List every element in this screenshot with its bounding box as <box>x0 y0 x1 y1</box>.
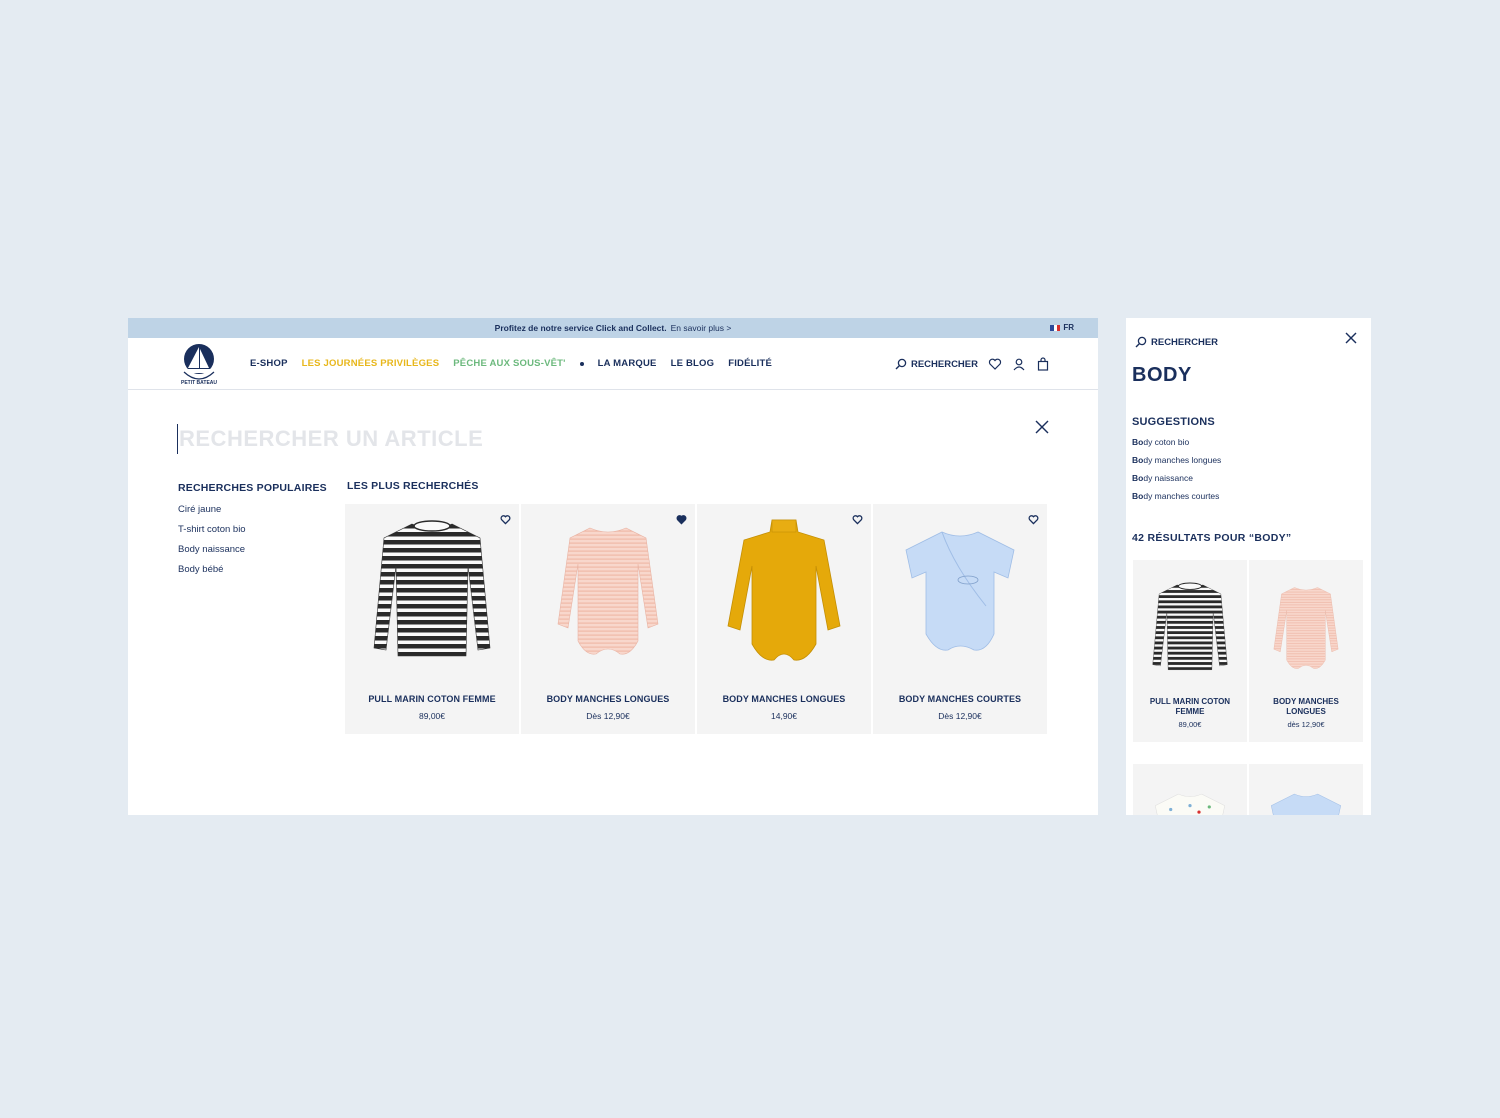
promo-bar: Profitez de notre service Click and Coll… <box>128 318 1098 338</box>
search-input[interactable] <box>177 424 677 454</box>
popular-searches-list: Ciré jaune T-shirt coton bio Body naissa… <box>178 504 246 584</box>
product-price: Dès 12,90€ <box>938 711 982 721</box>
striped-sweater-image <box>1152 582 1228 670</box>
product-card[interactable]: PULL MARIN COTON FEMME 89,00€ <box>1133 560 1247 742</box>
pink-body-image <box>1273 587 1339 669</box>
product-card[interactable] <box>1249 764 1363 815</box>
nav-fidelite[interactable]: FIDÉLITÉ <box>728 358 772 369</box>
header-actions: RECHERCHER <box>894 357 1050 371</box>
promo-link[interactable]: En savoir plus > <box>671 323 732 333</box>
product-grid: PULL MARIN COTON FEMME 89,00€ BODY MANCH… <box>345 504 1047 734</box>
popular-search-item[interactable]: Body bébé <box>178 564 246 584</box>
product-name: BODY MANCHES LONGUES <box>1273 697 1339 716</box>
suggestions-list: Body coton bio Body manches longues Body… <box>1132 437 1221 509</box>
product-card[interactable]: BODY MANCHES COURTES Dès 12,90€ <box>873 504 1047 734</box>
mobile-results-grid: PULL MARIN COTON FEMME 89,00€ BODY MANCH… <box>1133 560 1363 815</box>
popular-search-item[interactable]: T-shirt coton bio <box>178 524 246 544</box>
product-price: 89,00€ <box>1178 720 1202 729</box>
mobile-search-button[interactable]: RECHERCHER <box>1134 335 1218 349</box>
pink-body-image <box>557 527 659 655</box>
header-search-label: RECHERCHER <box>910 358 978 370</box>
product-card[interactable]: PULL MARIN COTON FEMME 89,00€ <box>345 504 519 734</box>
product-card[interactable]: BODY MANCHES LONGUES 14,90€ <box>697 504 871 734</box>
product-price: 14,90€ <box>771 711 797 721</box>
promo-text: Profitez de notre service Click and Coll… <box>494 323 667 333</box>
most-searched-title: LES PLUS RECHERCHÉS <box>347 480 479 492</box>
mobile-view: RECHERCHER BODY SUGGESTIONS Body coton b… <box>1126 318 1371 815</box>
flag-fr-icon <box>1050 324 1061 331</box>
close-icon[interactable] <box>1344 331 1358 345</box>
search-overlay: RECHERCHES POPULAIRES Ciré jaune T-shirt… <box>128 390 1098 815</box>
suggestion-item[interactable]: Body manches longues <box>1132 455 1221 473</box>
header-search-button[interactable]: RECHERCHER <box>894 357 978 371</box>
language-label: FR <box>1063 323 1074 332</box>
suggestion-item[interactable]: Body manches courtes <box>1132 491 1221 509</box>
nav-eshop[interactable]: E-SHOP <box>250 358 288 369</box>
search-icon <box>895 358 907 370</box>
product-price: 89,00€ <box>419 711 445 721</box>
blue-body-image <box>1270 793 1342 815</box>
product-card[interactable]: BODY MANCHES LONGUES Dès 12,90€ <box>521 504 695 734</box>
product-name: PULL MARIN COTON FEMME <box>368 694 496 704</box>
logo-icon[interactable]: PETIT BATEAU <box>178 342 220 386</box>
nav-separator-dot <box>579 361 584 366</box>
suggestion-item[interactable]: Body naissance <box>1132 473 1221 491</box>
mobile-search-query[interactable]: BODY <box>1132 364 1192 387</box>
suggestions-title: SUGGESTIONS <box>1132 416 1215 428</box>
nav-la-marque[interactable]: LA MARQUE <box>598 358 657 369</box>
product-name: BODY MANCHES COURTES <box>898 694 1022 704</box>
heart-icon[interactable] <box>988 357 1002 371</box>
product-name: BODY MANCHES LONGUES <box>722 694 846 704</box>
svg-text:PETIT BATEAU: PETIT BATEAU <box>181 380 217 386</box>
search-icon <box>1135 336 1147 348</box>
bag-icon[interactable] <box>1036 357 1050 371</box>
mobile-search-label: RECHERCHER <box>1151 336 1219 348</box>
popular-search-item[interactable]: Ciré jaune <box>178 504 246 524</box>
product-name: PULL MARIN COTON FEMME <box>1149 697 1231 716</box>
product-name: BODY MANCHES LONGUES <box>546 694 670 704</box>
desktop-view: Profitez de notre service Click and Coll… <box>128 318 1098 815</box>
language-selector[interactable]: FR <box>1050 323 1074 332</box>
nav-peche-aux-sous-vet[interactable]: PÊCHE AUX SOUS-VÊT' <box>453 358 565 369</box>
popular-search-item[interactable]: Body naissance <box>178 544 246 564</box>
product-card[interactable]: BODY MANCHES LONGUES dès 12,90€ <box>1249 560 1363 742</box>
header: PETIT BATEAU E-SHOP LES JOURNÉES PRIVILÈ… <box>128 338 1098 390</box>
yellow-body-image <box>727 519 841 661</box>
user-icon[interactable] <box>1012 357 1026 371</box>
product-price: dès 12,90€ <box>1287 720 1325 729</box>
product-card[interactable] <box>1133 764 1247 815</box>
close-icon[interactable] <box>1033 418 1051 436</box>
main-nav: E-SHOP LES JOURNÉES PRIVILÈGES PÊCHE AUX… <box>250 358 772 369</box>
nav-journees-privileges[interactable]: LES JOURNÉES PRIVILÈGES <box>302 358 440 369</box>
suggestion-item[interactable]: Body coton bio <box>1132 437 1221 455</box>
nav-le-blog[interactable]: LE BLOG <box>671 358 715 369</box>
striped-sweater-image <box>373 520 491 657</box>
popular-searches-title: RECHERCHES POPULAIRES <box>178 482 327 494</box>
blue-body-image <box>905 531 1015 651</box>
product-price: Dès 12,90€ <box>586 711 630 721</box>
dotted-body-image <box>1154 793 1226 815</box>
results-title: 42 RÉSULTATS POUR “BODY” <box>1132 532 1292 544</box>
